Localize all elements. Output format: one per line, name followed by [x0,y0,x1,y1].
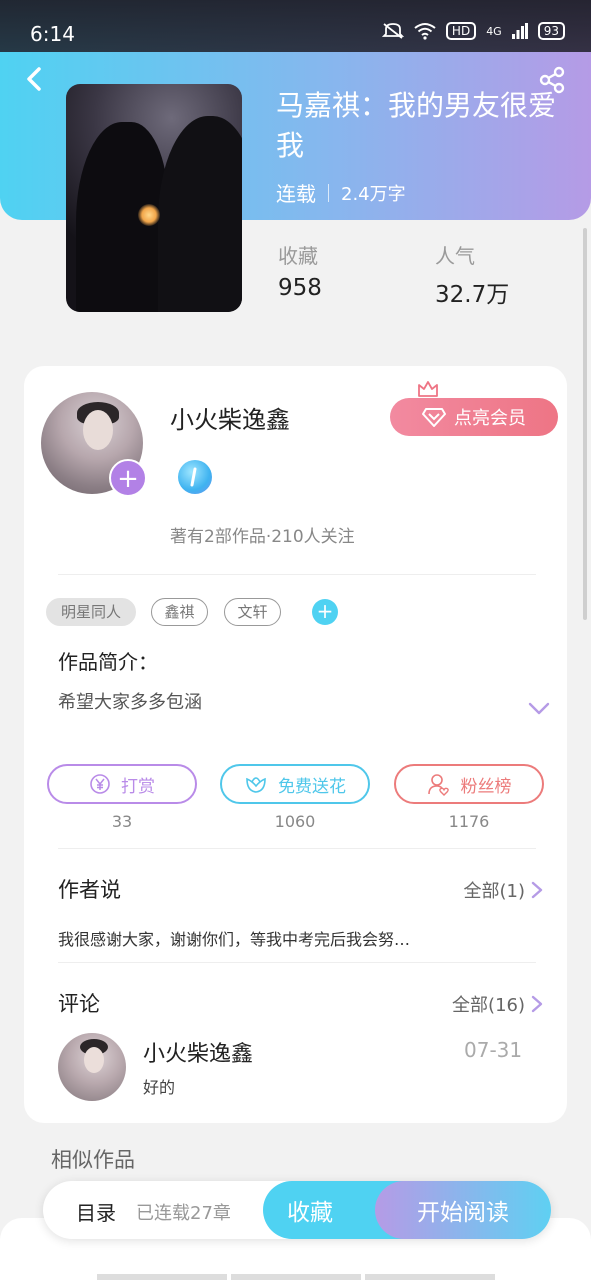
book-title: 马嘉祺：我的男友很爱我 [276,89,557,162]
tag[interactable]: 鑫祺 [151,598,208,626]
tag[interactable]: 文轩 [224,598,281,626]
start-reading-label: 开始阅读 [417,1200,509,1226]
comments-all-link[interactable]: 全部(16) [452,991,543,1017]
meta-divider [328,183,329,202]
status-time: 6:14 [30,22,75,46]
flower-icon [246,777,266,793]
avatar-face [83,410,113,450]
author-name[interactable]: 小火柴逸鑫 [170,400,290,435]
flower-count: 1060 [274,812,316,831]
crown-icon [418,381,438,397]
commenter-name[interactable]: 小火柴逸鑫 [143,1036,253,1068]
commenter-avatar[interactable] [58,1033,126,1101]
serial-status: 连载 [276,182,316,206]
yen-icon [90,774,110,794]
tag-category[interactable]: 明星同人 [46,598,136,626]
hd-indicator: HD [445,22,477,40]
chevron-down-icon[interactable] [528,702,550,716]
diamond-icon [422,408,446,427]
cover-light [138,204,160,226]
tab-placeholder [365,1274,495,1280]
back-arrow-icon[interactable] [22,66,48,92]
word-count: 2.4万字 [341,183,406,205]
divider [58,848,536,849]
author-say-title: 作者说 [58,878,121,902]
book-meta: 连载 2.4万字 [276,178,406,207]
popularity-value: 32.7万 [435,282,510,308]
divider [58,962,536,963]
comments-title: 评论 [58,992,100,1016]
similar-works-title: 相似作品 [51,1148,135,1172]
fan-rank-button[interactable]: 粉丝榜 [394,764,544,804]
send-flower-label: 免费送花 [278,776,346,797]
avatar-face [84,1047,104,1073]
table-of-contents-button[interactable]: 目录 [76,1197,116,1226]
add-tag-button[interactable]: + [312,599,338,625]
battery-indicator: 93 [537,22,565,40]
author-say-all-label: 全部(1) [463,881,526,902]
fan-rank-label: 粉丝榜 [460,776,512,797]
fan-rank-icon [427,774,449,796]
chevron-right-icon [531,995,543,1013]
wifi-icon [414,23,436,40]
reward-label: 打赏 [121,776,155,797]
author-say-all-link[interactable]: 全部(1) [464,877,544,903]
book-cover[interactable] [66,84,242,312]
start-reading-button[interactable]: 开始阅读 [375,1181,551,1239]
reward-count: 33 [111,812,133,831]
status-icons: HD 4G 93 [381,22,565,40]
chevron-right-icon [531,881,543,899]
favorites-label: 收藏 [278,244,318,268]
author-badge-icon [178,460,212,494]
cover-figure-right [158,116,242,312]
tab-placeholder [97,1274,227,1280]
vip-button[interactable]: 点亮会员 [390,398,558,436]
author-say-text[interactable]: 我很感谢大家，谢谢你们，等我中考完后我会努… [58,926,410,950]
vip-button-label: 点亮会员 [454,408,526,429]
favorite-button-label: 收藏 [287,1200,333,1226]
signal-icon [511,23,528,39]
comment-date: 07-31 [464,1038,523,1062]
favorites-value: 958 [278,275,322,301]
intro-label: 作品简介： [58,650,158,674]
scrollbar[interactable] [583,228,587,620]
send-flower-button[interactable]: 免费送花 [220,764,370,804]
comment-text[interactable]: 好的 [143,1074,175,1098]
fan-rank-count: 1176 [448,812,490,831]
comments-all-label: 全部(16) [452,995,525,1016]
mute-icon [381,23,404,39]
popularity-label: 人气 [435,244,475,268]
network-indicator: 4G [486,24,502,38]
author-stats: 著有2部作品·210人关注 [170,527,355,547]
intro-text: 希望大家多多包涵 [58,692,202,713]
reward-button[interactable]: 打赏 [47,764,197,804]
tab-placeholder [231,1274,361,1280]
follow-author-button[interactable]: + [109,459,147,497]
chapter-count[interactable]: 已连载27章 [136,1199,231,1225]
divider [58,574,536,575]
